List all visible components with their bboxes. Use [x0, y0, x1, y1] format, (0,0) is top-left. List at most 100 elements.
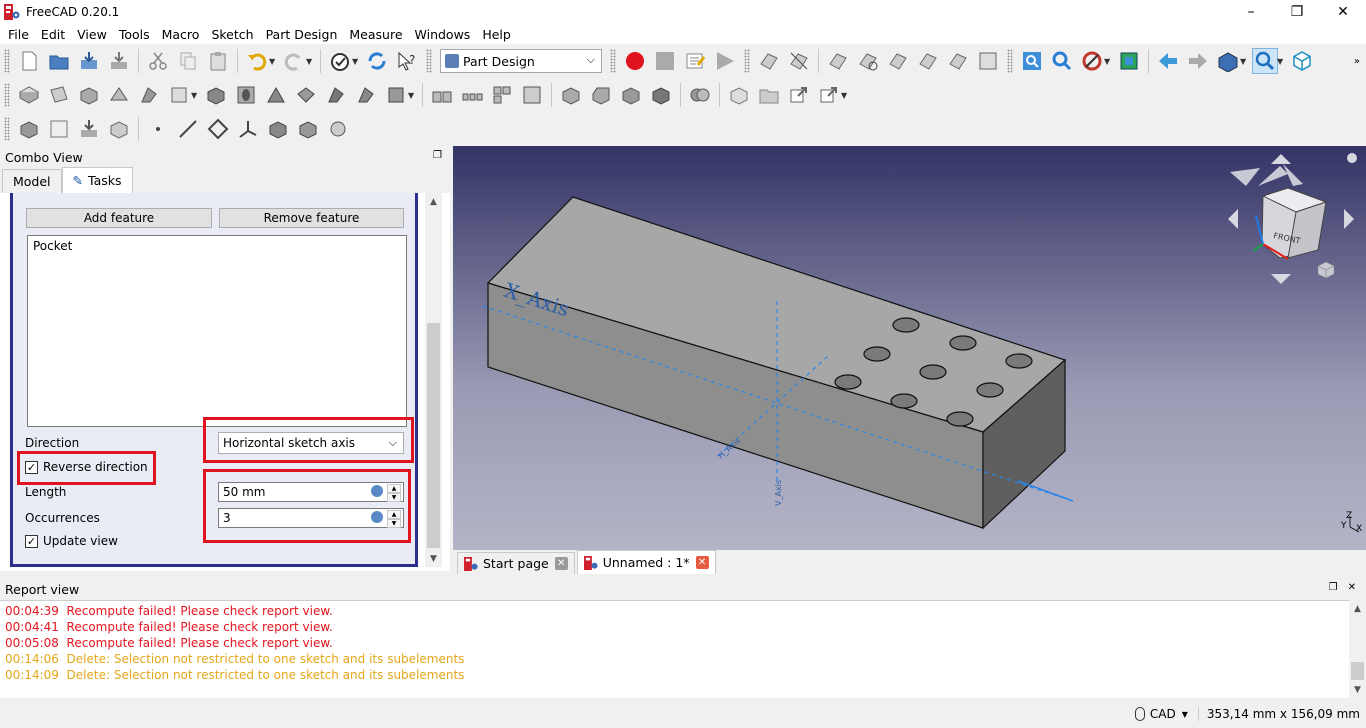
chevron-down-icon[interactable]: ▼ [352, 57, 360, 66]
zoom-icon[interactable] [1252, 48, 1278, 74]
revolution-icon[interactable] [106, 82, 132, 108]
chevron-down-icon[interactable]: ▼ [306, 57, 314, 66]
view-fit-all-icon[interactable] [825, 48, 851, 74]
line-icon[interactable] [175, 116, 201, 142]
share-icon[interactable] [816, 82, 842, 108]
macro-record-icon[interactable] [622, 48, 648, 74]
loft-icon[interactable] [136, 82, 162, 108]
3d-scene[interactable]: X_Axis H_Axis V_Axis FRONT Z Y X [453, 146, 1366, 550]
shape-binder-icon[interactable] [726, 82, 752, 108]
scroll-down-icon[interactable]: ▼ [1349, 681, 1366, 698]
chevron-down-icon[interactable]: ▼ [408, 91, 416, 100]
menu-windows[interactable]: Windows [409, 27, 477, 42]
coordinate-system-icon[interactable] [235, 116, 261, 142]
open-folder-icon[interactable] [46, 48, 72, 74]
multi-transform-icon[interactable] [519, 82, 545, 108]
point-icon[interactable] [145, 116, 171, 142]
menu-macro[interactable]: Macro [156, 27, 206, 42]
additive-primitive-icon[interactable] [295, 116, 321, 142]
tab-start-page[interactable]: Start page ✕ [457, 552, 575, 574]
redo-icon[interactable] [281, 48, 307, 74]
part-icon[interactable] [16, 116, 42, 142]
toolbar-overflow-icon[interactable]: » [1354, 56, 1360, 67]
new-document-icon[interactable] [16, 48, 42, 74]
menu-view[interactable]: View [71, 27, 113, 42]
paste-icon[interactable] [205, 48, 231, 74]
draft-icon[interactable] [618, 82, 644, 108]
subtractive-loft-icon[interactable] [293, 82, 319, 108]
subtractive-pipe-icon[interactable] [323, 82, 349, 108]
fillet-icon[interactable] [558, 82, 584, 108]
whats-this-icon[interactable]: ? [394, 48, 420, 74]
menu-tools[interactable]: Tools [113, 27, 156, 42]
menu-file[interactable]: File [2, 27, 35, 42]
boolean-icon[interactable] [687, 82, 713, 108]
chamfer-icon[interactable] [588, 82, 614, 108]
3d-viewport[interactable]: X_Axis H_Axis V_Axis FRONT Z Y X [453, 146, 1366, 550]
report-view-log[interactable]: 00:04:39 Recompute failed! Please check … [0, 600, 1366, 698]
toolbar-grip[interactable] [4, 49, 10, 73]
create-body-icon[interactable] [16, 82, 42, 108]
measure-toggle-icon[interactable] [945, 48, 971, 74]
close-tab-icon[interactable]: ✕ [695, 556, 709, 569]
maximize-button[interactable]: ❐ [1274, 0, 1320, 24]
close-icon[interactable]: ✕ [1348, 582, 1356, 593]
draw-style-icon[interactable] [1079, 48, 1105, 74]
undock-icon[interactable]: ❐ [433, 150, 442, 161]
subtractive-primitive-icon[interactable] [383, 82, 409, 108]
toolbar-grip[interactable] [610, 49, 616, 73]
toolbar-grip[interactable] [4, 117, 10, 141]
chevron-down-icon[interactable]: ▼ [841, 91, 849, 100]
pocket-icon[interactable] [203, 82, 229, 108]
add-feature-button[interactable]: Add feature [26, 208, 212, 228]
tab-model[interactable]: Model [2, 169, 62, 193]
std-views-icon[interactable] [1215, 48, 1241, 74]
measure-icon[interactable] [756, 48, 782, 74]
close-button[interactable]: ✕ [1320, 0, 1366, 24]
chevron-down-icon[interactable]: ▼ [1277, 57, 1285, 66]
scroll-down-icon[interactable]: ▼ [425, 550, 442, 567]
clone-icon[interactable] [106, 116, 132, 142]
list-item[interactable]: Pocket [33, 239, 401, 253]
chevron-down-icon[interactable]: ▼ [269, 57, 277, 66]
pipe-icon[interactable] [166, 82, 192, 108]
pad-icon[interactable] [76, 82, 102, 108]
report-scrollbar[interactable]: ▲ ▼ [1349, 600, 1366, 698]
undock-icon[interactable]: ❐ [1329, 582, 1338, 593]
body-icon[interactable] [46, 116, 72, 142]
clone-face-icon[interactable] [325, 116, 351, 142]
isometric-view-icon[interactable] [1289, 48, 1315, 74]
measure-linear-icon[interactable] [885, 48, 911, 74]
create-sketch-icon[interactable] [46, 82, 72, 108]
macro-play-icon[interactable] [712, 48, 738, 74]
measure-angle-icon[interactable] [786, 48, 812, 74]
chevron-down-icon[interactable]: ▼ [1104, 57, 1112, 66]
polar-pattern-icon[interactable] [489, 82, 515, 108]
groove-icon[interactable] [263, 82, 289, 108]
task-panel-scrollbar[interactable]: ▲ ▼ [425, 193, 442, 567]
view-fit-selection-icon[interactable] [855, 48, 881, 74]
zoom-fit-icon[interactable] [1019, 48, 1045, 74]
refresh-check-icon[interactable] [327, 48, 353, 74]
toolbar-grip[interactable] [4, 83, 10, 107]
chevron-down-icon[interactable]: ▼ [191, 91, 199, 100]
workbench-selector[interactable]: Part Design ⌵ [440, 49, 602, 73]
subtractive-helix-icon[interactable] [353, 82, 379, 108]
navigation-cube[interactable]: FRONT [1228, 153, 1357, 284]
export-icon[interactable] [786, 82, 812, 108]
save-as-icon[interactable] [106, 48, 132, 74]
scroll-thumb[interactable] [427, 323, 440, 548]
tab-tasks[interactable]: ✎ Tasks [61, 167, 133, 193]
toolbar-grip[interactable] [426, 49, 432, 73]
undo-icon[interactable] [244, 48, 270, 74]
menu-edit[interactable]: Edit [35, 27, 71, 42]
cut-icon[interactable] [145, 48, 171, 74]
menu-sketch[interactable]: Sketch [205, 27, 259, 42]
menu-measure[interactable]: Measure [343, 27, 408, 42]
navigation-style-selector[interactable]: CAD ▼ [1134, 707, 1188, 721]
feature-list[interactable]: Pocket [27, 235, 407, 427]
tab-unnamed[interactable]: Unnamed : 1* ✕ [576, 550, 716, 574]
hole-icon[interactable] [233, 82, 259, 108]
scroll-up-icon[interactable]: ▲ [425, 193, 442, 210]
plane-icon[interactable] [205, 116, 231, 142]
